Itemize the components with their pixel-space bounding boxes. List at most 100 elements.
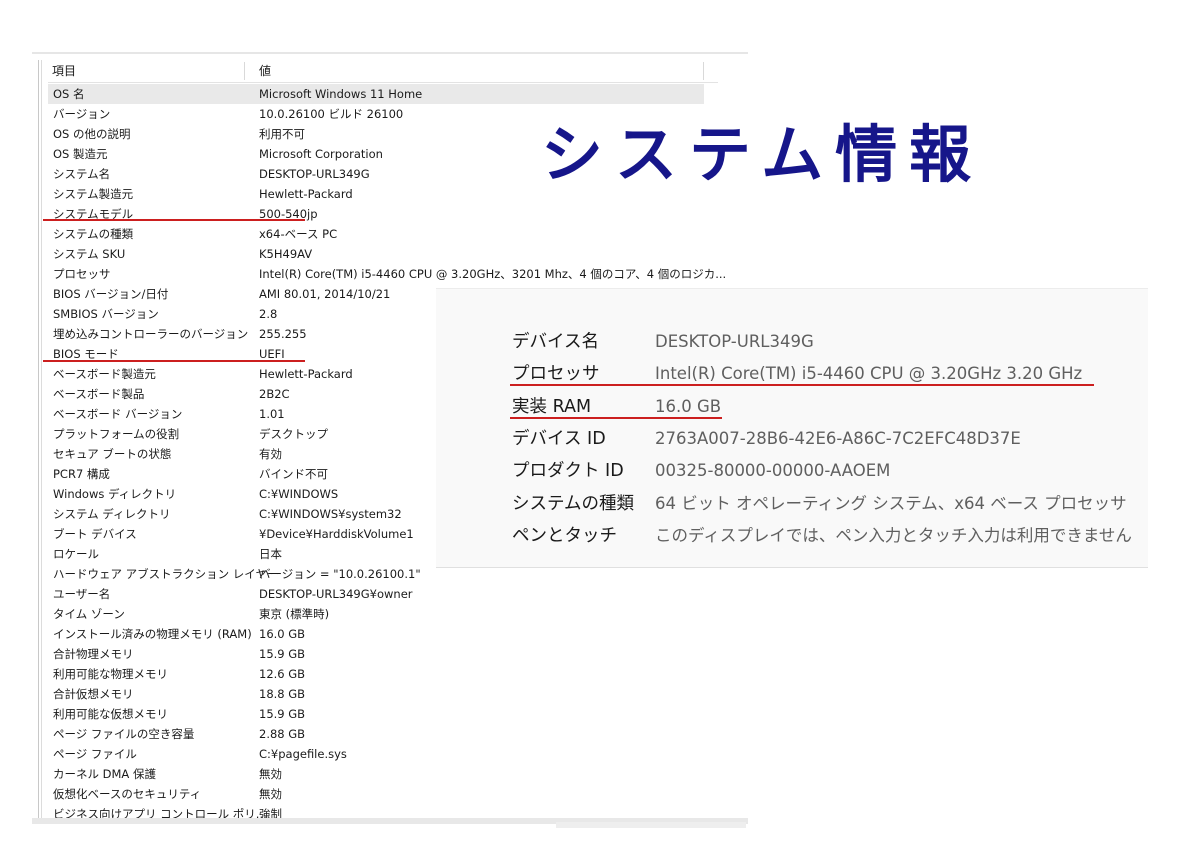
row-value: C:¥WINDOWS (259, 487, 339, 501)
row-item-label: 埋め込みコントローラーのバージョン (53, 327, 249, 341)
row-value: C:¥pagefile.sys (259, 747, 347, 761)
table-row[interactable]: タイム ゾーン 東京 (標準時) (48, 604, 748, 624)
row-value: AMI 80.01, 2014/10/21 (259, 287, 391, 301)
spec-label: デバイス ID (512, 429, 606, 449)
row-value: 無効 (259, 787, 282, 801)
row-item-label: ユーザー名 (53, 587, 111, 601)
spec-value: 64 ビット オペレーティング システム、x64 ベース プロセッサ (655, 494, 1127, 513)
spec-value: DESKTOP-URL349G (655, 332, 814, 351)
row-item-label: 利用可能な仮想メモリ (53, 707, 168, 721)
row-value: バージョン = "10.0.26100.1" (259, 567, 421, 581)
row-value: 18.8 GB (259, 687, 306, 701)
row-item-label: ベースボード製品 (53, 387, 145, 401)
row-value: Microsoft Corporation (259, 147, 383, 161)
tree-pane-border (38, 60, 39, 824)
row-value: 東京 (標準時) (259, 607, 330, 621)
row-value: 15.9 GB (259, 647, 306, 661)
row-value: デスクトップ (259, 427, 328, 441)
row-value: 日本 (259, 547, 282, 561)
row-item-label: システム SKU (53, 247, 126, 261)
highlight-underline-processor (510, 384, 1094, 386)
row-item-label: インストール済みの物理メモリ (RAM) (53, 627, 252, 641)
table-row[interactable]: カーネル DMA 保護 無効 (48, 764, 748, 784)
row-value: Intel(R) Core(TM) i5-4460 CPU @ 3.20GHz、… (259, 267, 727, 281)
row-item-label: OS の他の説明 (53, 127, 131, 141)
row-value: Microsoft Windows 11 Home (259, 87, 423, 101)
table-row[interactable]: プロセッサ Intel(R) Core(TM) i5-4460 CPU @ 3.2… (48, 264, 748, 284)
spec-label: プロダクト ID (512, 461, 624, 481)
row-item-label: OS 名 (53, 87, 85, 101)
row-item-label: PCR7 構成 (53, 467, 110, 481)
row-item-label: 合計仮想メモリ (53, 687, 134, 701)
spec-value: 2763A007-28B6-42E6-A86C-7C2EFC48D37E (655, 429, 1021, 448)
row-value: 500-540jp (259, 207, 318, 221)
row-value: ¥Device¥HarddiskVolume1 (259, 527, 414, 541)
row-item-label: システムモデル (53, 207, 134, 221)
row-item-label: プロセッサ (53, 267, 111, 281)
row-item-label: ハードウェア アブストラクション レイヤー (53, 567, 279, 581)
table-row[interactable]: ユーザー名 DESKTOP-URL349G¥owner (48, 584, 748, 604)
spec-label: デバイス名 (512, 332, 599, 352)
table-row[interactable]: システムモデル 500-540jp (48, 204, 748, 224)
row-value: x64-ベース PC (259, 227, 338, 241)
table-row[interactable]: 利用可能な仮想メモリ 15.9 GB (48, 704, 748, 724)
row-value: 利用不可 (259, 127, 305, 141)
row-value: 255.255 (259, 327, 307, 341)
table-row[interactable]: ページ ファイル C:¥pagefile.sys (48, 744, 748, 764)
highlight-underline-system-model (43, 219, 305, 221)
list-header: 項目 値 (48, 60, 718, 83)
row-value: 16.0 GB (259, 627, 306, 641)
device-specifications-panel: デバイス名 DESKTOP-URL349G プロセッサ Intel(R) Core(T… (436, 288, 1148, 568)
row-value: Hewlett-Packard (259, 187, 353, 201)
row-item-label: ブート デバイス (53, 527, 137, 541)
row-item-label: 仮想化ベースのセキュリティ (53, 787, 202, 801)
row-item-label: バージョン (53, 107, 111, 121)
table-row[interactable]: 合計物理メモリ 15.9 GB (48, 644, 748, 664)
row-item-label: 利用可能な物理メモリ (53, 667, 168, 681)
row-value: 12.6 GB (259, 667, 306, 681)
tree-pane-border-inner (41, 60, 42, 824)
row-item-label: システムの種類 (53, 227, 134, 241)
column-separator-end[interactable] (703, 62, 704, 80)
row-item-label: カーネル DMA 保護 (53, 767, 156, 781)
table-row[interactable]: OS 名 Microsoft Windows 11 Home (48, 84, 704, 104)
highlight-underline-bios-mode (43, 360, 305, 362)
column-header-item[interactable]: 項目 (52, 60, 76, 82)
row-item-label: タイム ゾーン (53, 607, 125, 621)
row-item-label: ベースボード製造元 (53, 367, 156, 381)
table-row[interactable]: 合計仮想メモリ 18.8 GB (48, 684, 748, 704)
row-value: DESKTOP-URL349G¥owner (259, 587, 413, 601)
panel-bottom-edge (556, 822, 746, 828)
spec-label: システムの種類 (512, 494, 634, 514)
table-row[interactable]: 仮想化ベースのセキュリティ 無効 (48, 784, 748, 804)
row-item-label: システム ディレクトリ (53, 507, 171, 521)
row-value: 2B2C (259, 387, 290, 401)
row-value: 10.0.26100 ビルド 26100 (259, 107, 404, 121)
row-value: 15.9 GB (259, 707, 306, 721)
row-item-label: ベースボード バージョン (53, 407, 183, 421)
table-row[interactable]: システムの種類 x64-ベース PC (48, 224, 748, 244)
row-value: DESKTOP-URL349G (259, 167, 370, 181)
highlight-underline-ram (510, 417, 722, 419)
row-item-label: セキュア ブートの状態 (53, 447, 172, 461)
column-header-value[interactable]: 値 (259, 60, 271, 82)
row-item-label: ページ ファイルの空き容量 (53, 727, 195, 741)
row-value: バインド不可 (259, 467, 328, 481)
row-value: 無効 (259, 767, 282, 781)
spec-value: このディスプレイでは、ペン入力とタッチ入力は利用できません (655, 526, 1132, 545)
column-separator[interactable] (244, 62, 245, 80)
table-row[interactable]: ページ ファイルの空き容量 2.88 GB (48, 724, 748, 744)
row-value: 2.8 (259, 307, 278, 321)
row-item-label: システム製造元 (53, 187, 134, 201)
page-title: システム情報 (541, 118, 984, 191)
table-row[interactable]: 利用可能な物理メモリ 12.6 GB (48, 664, 748, 684)
row-value: 有効 (259, 447, 282, 461)
row-item-label: 合計物理メモリ (53, 647, 134, 661)
spec-label: ペンとタッチ (512, 526, 617, 546)
spec-value: 00325-80000-00000-AAOEM (655, 461, 891, 480)
row-item-label: Windows ディレクトリ (53, 487, 177, 501)
row-item-label: OS 製造元 (53, 147, 108, 161)
table-row[interactable]: システム SKU K5H49AV (48, 244, 748, 264)
row-item-label: ページ ファイル (53, 747, 137, 761)
table-row[interactable]: インストール済みの物理メモリ (RAM) 16.0 GB (48, 624, 748, 644)
